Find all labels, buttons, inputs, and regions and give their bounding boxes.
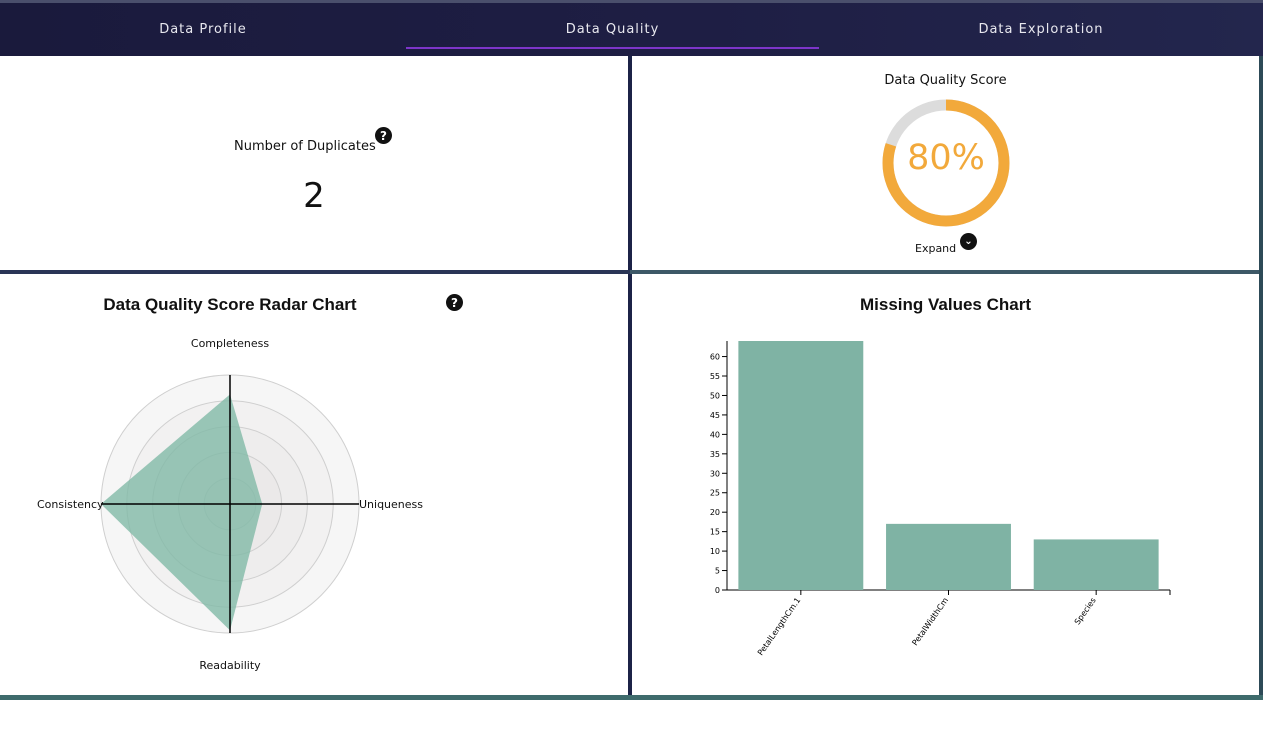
radar-axis-label-consistency: Consistency — [37, 498, 104, 511]
radar-panel: Data Quality Score Radar Chart ? Complet… — [0, 274, 628, 695]
duplicates-count: 2 — [303, 176, 325, 216]
y-tick-label: 60 — [710, 353, 720, 362]
y-tick-label: 50 — [710, 391, 720, 400]
top-nav-bar: Data Profile Data Quality Data Explorati… — [0, 0, 1263, 56]
radar-chart — [100, 374, 360, 634]
y-tick-label: 35 — [710, 450, 720, 459]
y-tick-label: 25 — [710, 489, 720, 498]
bar — [1033, 539, 1159, 590]
bar — [886, 523, 1011, 590]
x-tick-label: PetalLengthCm.1 — [756, 596, 803, 657]
quality-score-panel: Data Quality Score 80% Expand ⌄ — [632, 56, 1259, 270]
duplicates-help-icon[interactable]: ? — [375, 127, 392, 144]
expand-toggle[interactable]: Expand ⌄ — [915, 233, 985, 255]
radar-axis-label-completeness: Completeness — [190, 337, 270, 350]
y-tick-label: 0 — [715, 586, 720, 595]
missing-values-title: Missing Values Chart — [860, 295, 1031, 314]
radar-axis-label-uniqueness: Uniqueness — [359, 498, 424, 511]
radar-help-icon[interactable]: ? — [446, 294, 463, 311]
duplicates-panel: Number of Duplicates ? 2 — [0, 56, 628, 270]
y-tick-label: 30 — [710, 469, 720, 478]
radar-axis-label-readability: Readability — [199, 659, 261, 672]
quality-score-value: 80% — [907, 138, 985, 178]
bar — [738, 341, 864, 590]
y-tick-label: 45 — [710, 411, 720, 420]
tab-data-profile[interactable]: Data Profile — [0, 3, 406, 56]
y-tick-label: 55 — [710, 372, 720, 381]
chevron-down-icon[interactable]: ⌄ — [960, 233, 977, 250]
x-tick-label: PetalWidthCm — [910, 596, 950, 647]
expand-label: Expand — [915, 242, 957, 255]
x-tick-label: Species — [1073, 596, 1098, 626]
y-tick-label: 10 — [710, 547, 720, 556]
missing-values-chart: 0 5 10 15 20 25 30 35 40 45 50 55 60 PetalLengthCm.1… — [710, 341, 1171, 657]
y-tick-label: 40 — [710, 430, 720, 439]
radar-title: Data Quality Score Radar Chart — [103, 295, 357, 314]
duplicates-label: Number of Duplicates — [234, 139, 376, 154]
missing-values-panel: Missing Values Chart 0 5 10 15 20 25 30 35 40 45 5… — [632, 274, 1259, 695]
y-tick-label: 20 — [710, 508, 720, 517]
tab-data-exploration[interactable]: Data Exploration — [819, 3, 1263, 56]
active-tab-indicator — [406, 47, 819, 49]
y-tick-label: 15 — [710, 528, 720, 537]
y-tick-label: 5 — [715, 567, 720, 576]
panel-border-right — [1259, 56, 1263, 700]
quality-score-title: Data Quality Score — [884, 73, 1007, 88]
